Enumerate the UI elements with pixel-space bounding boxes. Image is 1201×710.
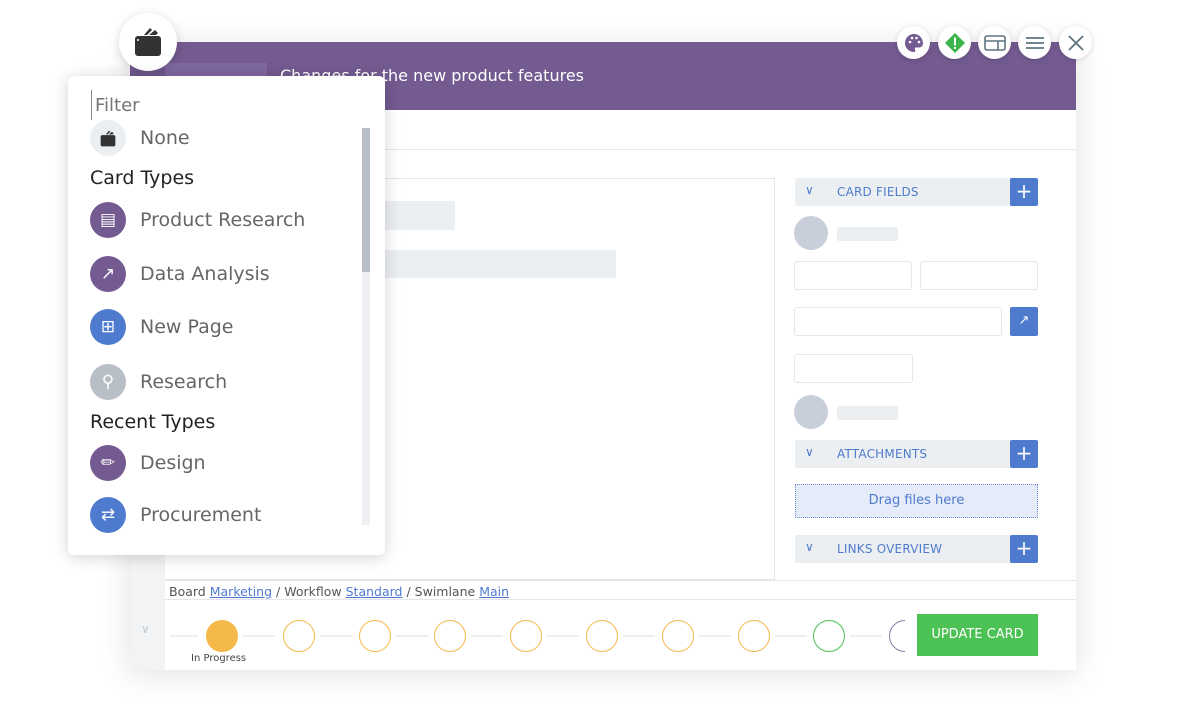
option-new-page[interactable]: ⊞ New Page: [90, 309, 233, 345]
attachments-section[interactable]: ∨ ATTACHMENTS +: [795, 440, 1038, 468]
swap-icon: ⇄: [90, 497, 126, 533]
add-page-icon: ⊞: [90, 309, 126, 345]
workflow-step[interactable]: [813, 620, 845, 652]
add-link-button[interactable]: +: [1010, 535, 1038, 563]
skeleton-bar: [837, 227, 898, 241]
field-input[interactable]: [794, 307, 1002, 336]
priority-icon: [944, 32, 965, 53]
step-connector: [623, 635, 655, 637]
breadcrumb: Board Marketing / Workflow Standard / Sw…: [165, 580, 1076, 600]
text-cursor: [91, 90, 92, 120]
workflow-link[interactable]: Standard: [346, 584, 403, 599]
group-heading: Recent Types: [90, 411, 216, 433]
option-label: Data Analysis: [140, 263, 270, 285]
filter-input[interactable]: [95, 92, 345, 118]
section-label: LINKS OVERVIEW: [837, 542, 943, 556]
trend-up-icon: ↗: [90, 256, 126, 292]
section-label: ATTACHMENTS: [837, 447, 928, 461]
step-connector: [471, 635, 503, 637]
collapse-chevron-icon[interactable]: ∨: [141, 622, 150, 636]
field-input[interactable]: [920, 261, 1038, 290]
board-label: Board: [169, 584, 206, 599]
group-heading: Card Types: [90, 167, 195, 189]
step-connector: [170, 635, 198, 637]
wallet-icon: [90, 120, 126, 156]
workflow-step[interactable]: [359, 620, 391, 652]
option-product-research[interactable]: ▤ Product Research: [90, 202, 305, 238]
option-label: Design: [140, 452, 206, 474]
layout-icon: [983, 34, 1006, 51]
priority-button[interactable]: [938, 26, 971, 59]
chevron-down-icon[interactable]: ∨: [805, 183, 814, 197]
step-connector: [396, 635, 428, 637]
step-connector: [320, 635, 352, 637]
card-type-button[interactable]: [119, 13, 177, 71]
option-research[interactable]: ⚲ Research: [90, 364, 227, 400]
option-none[interactable]: None: [90, 120, 190, 156]
option-label: Procurement: [140, 504, 262, 526]
option-data-analysis[interactable]: ↗ Data Analysis: [90, 256, 270, 292]
chevron-down-icon[interactable]: ∨: [805, 540, 814, 554]
close-icon: [1067, 34, 1084, 51]
swimlane-link[interactable]: Main: [479, 584, 509, 599]
search-icon: ⚲: [90, 364, 126, 400]
links-section[interactable]: ∨ LINKS OVERVIEW +: [795, 535, 1038, 563]
skeleton-bar: [837, 406, 898, 420]
workflow-label: Workflow: [284, 584, 342, 599]
document-search-icon: ▤: [90, 202, 126, 238]
option-label: Research: [140, 371, 228, 393]
skeleton-bar: [380, 250, 616, 278]
update-card-button[interactable]: UPDATE CARD: [917, 614, 1038, 656]
workflow-step[interactable]: [586, 620, 618, 652]
brush-icon: ✏: [90, 445, 126, 481]
field-input[interactable]: [794, 261, 912, 290]
step-connector: [775, 635, 807, 637]
card-fields-section[interactable]: ∨ CARD FIELDS +: [795, 178, 1038, 206]
close-button[interactable]: [1059, 26, 1092, 59]
chevron-down-icon[interactable]: ∨: [805, 445, 814, 459]
section-label: CARD FIELDS: [837, 185, 919, 199]
option-design[interactable]: ✏ Design: [90, 445, 206, 481]
workflow-step[interactable]: [434, 620, 466, 652]
menu-icon: [1025, 36, 1044, 49]
board-link[interactable]: Marketing: [210, 584, 272, 599]
palette-button[interactable]: [897, 26, 930, 59]
menu-button[interactable]: [1018, 26, 1051, 59]
add-field-button[interactable]: +: [1010, 178, 1038, 206]
step-connector: [699, 635, 731, 637]
layout-button[interactable]: [978, 26, 1011, 59]
scrollbar-thumb[interactable]: [362, 128, 370, 272]
option-label: Product Research: [140, 209, 306, 231]
current-step-label: In Progress: [191, 653, 247, 664]
open-external-icon[interactable]: ↗: [1010, 307, 1038, 336]
palette-icon: [904, 33, 923, 52]
option-label: New Page: [140, 316, 234, 338]
workflow-step[interactable]: [738, 620, 770, 652]
workflow-step[interactable]: [206, 620, 238, 652]
card-type-dropdown: None Card Types ▤ Product Research ↗ Data A…: [68, 76, 385, 555]
workflow-step[interactable]: [662, 620, 694, 652]
scrollbar-track[interactable]: [362, 128, 370, 525]
workflow-step[interactable]: [283, 620, 315, 652]
workflow-step[interactable]: [510, 620, 542, 652]
avatar: [794, 216, 828, 250]
add-attachment-button[interactable]: +: [1010, 440, 1038, 468]
step-connector: [547, 635, 579, 637]
step-connector: [850, 635, 882, 637]
avatar: [794, 395, 828, 429]
swimlane-label: Swimlane: [414, 584, 476, 599]
option-procurement[interactable]: ⇄ Procurement: [90, 497, 261, 533]
file-dropzone[interactable]: Drag files here: [795, 484, 1038, 518]
wallet-icon: [135, 28, 161, 56]
option-label: None: [140, 127, 190, 149]
skeleton-bar: [380, 201, 455, 230]
step-connector: [243, 635, 275, 637]
field-input[interactable]: [794, 354, 913, 383]
